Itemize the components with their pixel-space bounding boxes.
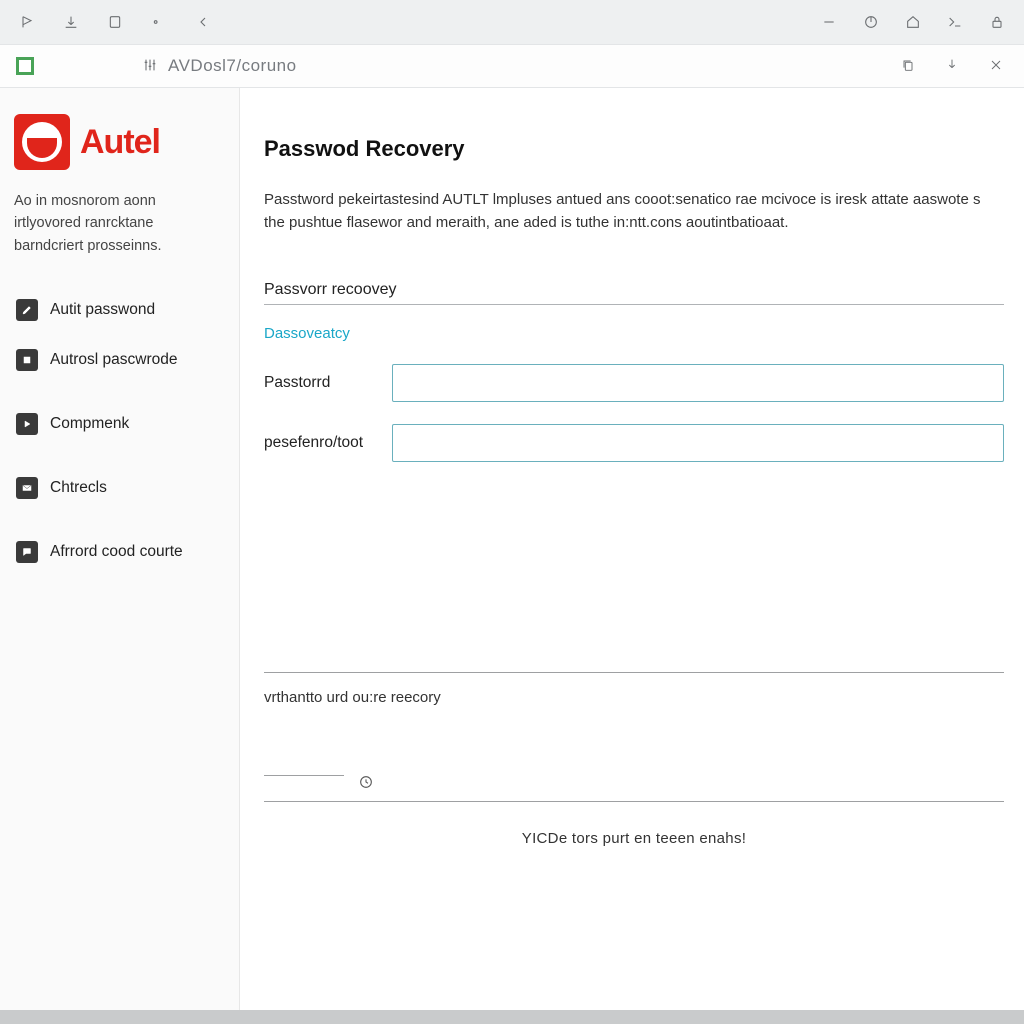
sidebar-item-label: Autrosl pascwrode xyxy=(50,351,178,369)
browser-addressbar: AVDosl7/coruno xyxy=(0,44,1024,88)
section-label: Passvorr recoovey xyxy=(264,281,397,299)
edit-icon xyxy=(16,299,38,321)
history-icon xyxy=(358,774,374,793)
browser-tabstrip xyxy=(0,0,1024,44)
window-lock-icon[interactable] xyxy=(988,13,1006,31)
copy-icon[interactable] xyxy=(900,57,916,76)
tune-icon[interactable] xyxy=(142,57,158,76)
footnote-text: YICDe tors purt en teeen enahs! xyxy=(264,830,1004,847)
sidebar-item-component[interactable]: Compmenk xyxy=(14,399,221,449)
window-home-icon[interactable] xyxy=(904,13,922,31)
sidebar-item-label: Autit passwond xyxy=(50,301,155,319)
tab-sheet-icon[interactable] xyxy=(106,13,124,31)
tab-download-icon[interactable] xyxy=(62,13,80,31)
password-input[interactable] xyxy=(392,364,1004,402)
sidebar-item-label: Afrrord cood courte xyxy=(50,543,183,561)
brand-tagline: Ao in mosnorom aonn irtlyovored ranrckta… xyxy=(14,190,221,257)
mail-icon xyxy=(16,477,38,499)
tab-more-icon[interactable] xyxy=(150,13,168,31)
sidebar-item-label: Compmenk xyxy=(50,415,129,433)
window-statusbar xyxy=(0,1010,1024,1024)
sidebar-item-label: Chtrecls xyxy=(50,479,107,497)
window-minimize-icon[interactable] xyxy=(820,13,838,31)
page-title: Passwod Recovery xyxy=(264,136,1004,162)
square-dot-icon xyxy=(16,349,38,371)
close-icon[interactable] xyxy=(988,57,1004,76)
brand-name: Autel xyxy=(80,123,160,162)
chat-bubble-icon xyxy=(16,541,38,563)
sidebar-nav: Autit passwond Autrosl pascwrode Compmen… xyxy=(14,285,221,577)
main-content: Passwod Recovery Passtword pekeirtastesi… xyxy=(240,88,1024,1010)
page-body: Autel Ao in mosnorom aonn irtlyovored ra… xyxy=(0,88,1024,1010)
brand: Autel xyxy=(14,114,221,170)
password-label: Passtorrd xyxy=(264,374,392,392)
lower-label: vrthantto urd ou:re reecory xyxy=(264,689,1004,706)
play-icon xyxy=(16,413,38,435)
recovery-link[interactable]: Dassoveatcy xyxy=(264,325,1004,342)
sidebar: Autel Ao in mosnorom aonn irtlyovored ra… xyxy=(0,88,240,1010)
sidebar-item-controls[interactable]: Chtrecls xyxy=(14,463,221,513)
confirm-row: pesefenro/toot xyxy=(264,424,1004,462)
section-header: Passvorr recoovey xyxy=(264,281,1004,305)
download-arrow-icon[interactable] xyxy=(944,57,960,76)
brand-logo-icon xyxy=(14,114,70,170)
window-power-icon[interactable] xyxy=(862,13,880,31)
lower-section: vrthantto urd ou:re reecory YICDe tors p… xyxy=(264,672,1004,847)
confirm-input[interactable] xyxy=(392,424,1004,462)
divider-short xyxy=(264,775,344,776)
tab-back-icon[interactable] xyxy=(194,13,212,31)
tab-pin-icon[interactable] xyxy=(18,13,36,31)
page-intro: Passtword pekeirtastesind AUTLT lmpluses… xyxy=(264,188,1004,235)
history-row[interactable] xyxy=(264,774,1004,793)
sidebar-item-account[interactable]: Afrrord cood courte xyxy=(14,527,221,577)
divider xyxy=(264,801,1004,802)
sidebar-item-password[interactable]: Autit passwond xyxy=(14,285,221,335)
sidebar-item-passcode[interactable]: Autrosl pascwrode xyxy=(14,335,221,385)
url-text[interactable]: AVDosl7/coruno xyxy=(168,56,297,76)
site-security-icon[interactable] xyxy=(16,57,34,75)
confirm-label: pesefenro/toot xyxy=(264,434,392,452)
divider xyxy=(264,672,1004,673)
password-row: Passtorrd xyxy=(264,364,1004,402)
window-terminal-icon[interactable] xyxy=(946,13,964,31)
